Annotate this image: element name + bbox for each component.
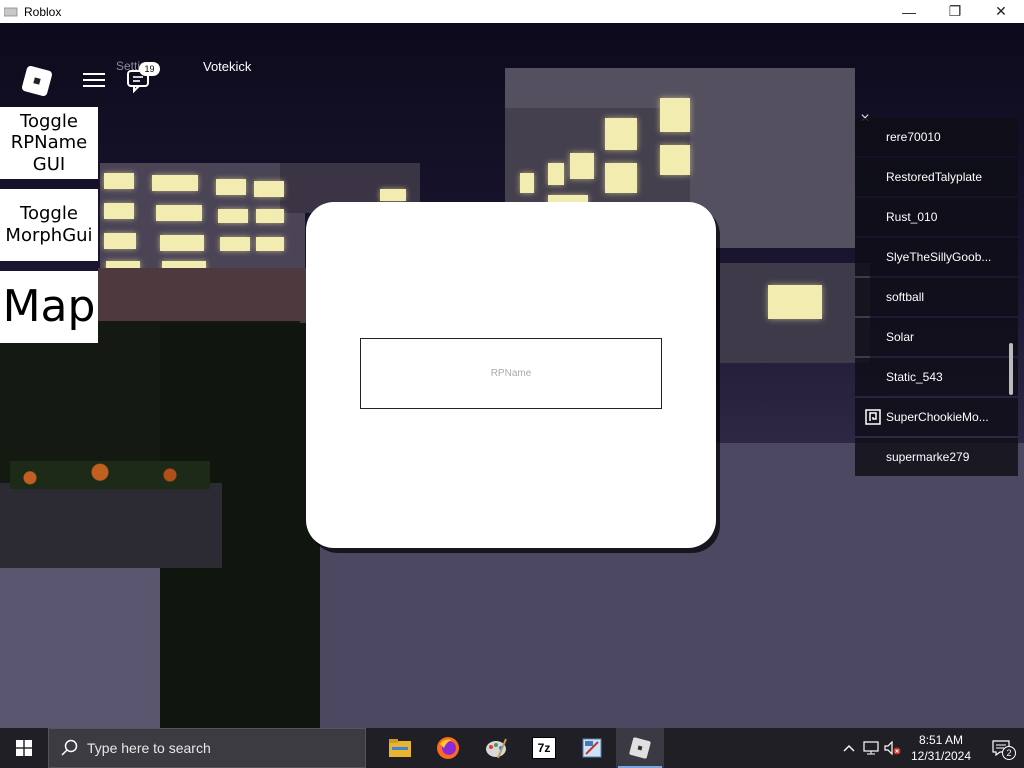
flower-planter [0,483,222,568]
building-window [104,203,134,219]
volume-muted-icon[interactable] [882,728,904,768]
toggle-morph-gui-label: Toggle MorphGui [5,203,93,246]
minimize-button[interactable]: — [886,0,932,23]
player-list-row[interactable]: SuperChookieMo... [855,398,1018,436]
chevron-up-icon[interactable] [838,728,860,768]
building-window [256,237,284,251]
player-name: Static_543 [886,370,943,384]
player-name: rere70010 [886,130,941,144]
roblox-app-icon [4,7,18,16]
player-name: Rust_010 [886,210,938,224]
system-tray: 8:51 AM 12/31/2024 2 [838,728,1024,768]
hamburger-menu-icon[interactable] [83,69,105,89]
flowers [10,461,210,489]
building-window [605,118,637,150]
window-title: Roblox [24,4,62,19]
player-list-row[interactable]: softball [855,278,1018,316]
chat-unread-badge: 19 [139,62,160,76]
player-list-row[interactable]: rere70010 [855,118,1018,156]
maximize-button[interactable]: ❐ [932,0,978,23]
network-icon[interactable] [860,728,882,768]
toggle-rpname-gui-label: Toggle RPName GUI [10,110,88,175]
building-window [254,181,284,197]
player-list-row[interactable]: RestoredTalyplate [855,158,1018,196]
clock-date: 12/31/2024 [910,749,972,763]
taskbar-clock[interactable]: 8:51 AM 12/31/2024 [904,728,978,768]
snipping-tool-icon[interactable] [568,728,616,768]
player-name: Solar [886,330,915,344]
player-list-row[interactable]: Rust_010 [855,198,1018,236]
roblox-taskbar-icon[interactable] [616,728,664,768]
close-button[interactable]: ✕ [978,0,1024,23]
player-list-row[interactable]: Solar [855,318,1018,356]
search-icon [61,739,78,756]
player-name: softball [886,290,925,304]
building-window [605,163,637,193]
rpname-dialog [306,202,716,548]
building-window [660,98,690,132]
toggle-morph-gui-button[interactable]: Toggle MorphGui [0,189,98,261]
building-window [570,153,594,179]
player-name: SlyeTheSillyGoob... [886,250,992,264]
notification-count-badge: 2 [1002,746,1016,760]
player-list-row[interactable]: Static_543 [855,358,1018,396]
building-window [256,209,284,223]
player-name: SuperChookieMo... [886,410,989,424]
toggle-rpname-gui-button[interactable]: Toggle RPName GUI [0,107,98,179]
building-window [104,173,134,189]
firefox-icon[interactable] [424,728,472,768]
file-explorer-icon[interactable] [376,728,424,768]
player-list-row[interactable]: SlyeTheSillyGoob... [855,238,1018,276]
taskbar: Type here to search 7z 8:51 AM 12/31/202… [0,728,1024,768]
building-window [660,145,690,175]
building-window [152,175,198,191]
7zip-icon[interactable]: 7z [520,728,568,768]
windows-start-icon[interactable] [0,728,48,768]
building-window [380,189,406,201]
rpname-input[interactable] [360,338,662,409]
building-window [218,209,248,223]
map-button[interactable]: Map [0,271,98,343]
player-name: supermarke279 [886,450,970,464]
clock-time: 8:51 AM [918,733,964,747]
building-window [160,235,204,251]
player-name: RestoredTalyplate [886,170,983,184]
building-window [156,205,202,221]
paint-icon[interactable] [472,728,520,768]
window-controls: — ❐ ✕ [886,0,1024,23]
building-window [548,163,564,185]
taskbar-search-box[interactable]: Type here to search [48,728,366,768]
votekick-button[interactable]: Votekick [203,59,251,74]
window-titlebar: Roblox — ❐ ✕ [0,0,1024,24]
building-window [216,179,246,195]
map-label: Map [2,280,96,332]
player-list-scrollbar[interactable] [1009,343,1013,395]
7zip-label: 7z [532,737,556,759]
notification-center-icon[interactable]: 2 [978,728,1024,768]
building-window [520,173,534,193]
search-placeholder: Type here to search [87,740,211,756]
building-window [768,285,822,319]
player-list: rere70010 RestoredTalyplate Rust_010 SlyeTh… [855,118,1018,478]
building-window [104,233,136,249]
building-window [220,237,250,251]
player-list-row[interactable]: supermarke279 [855,438,1018,476]
premium-icon [865,409,881,425]
roblox-logo-icon[interactable] [21,65,53,97]
